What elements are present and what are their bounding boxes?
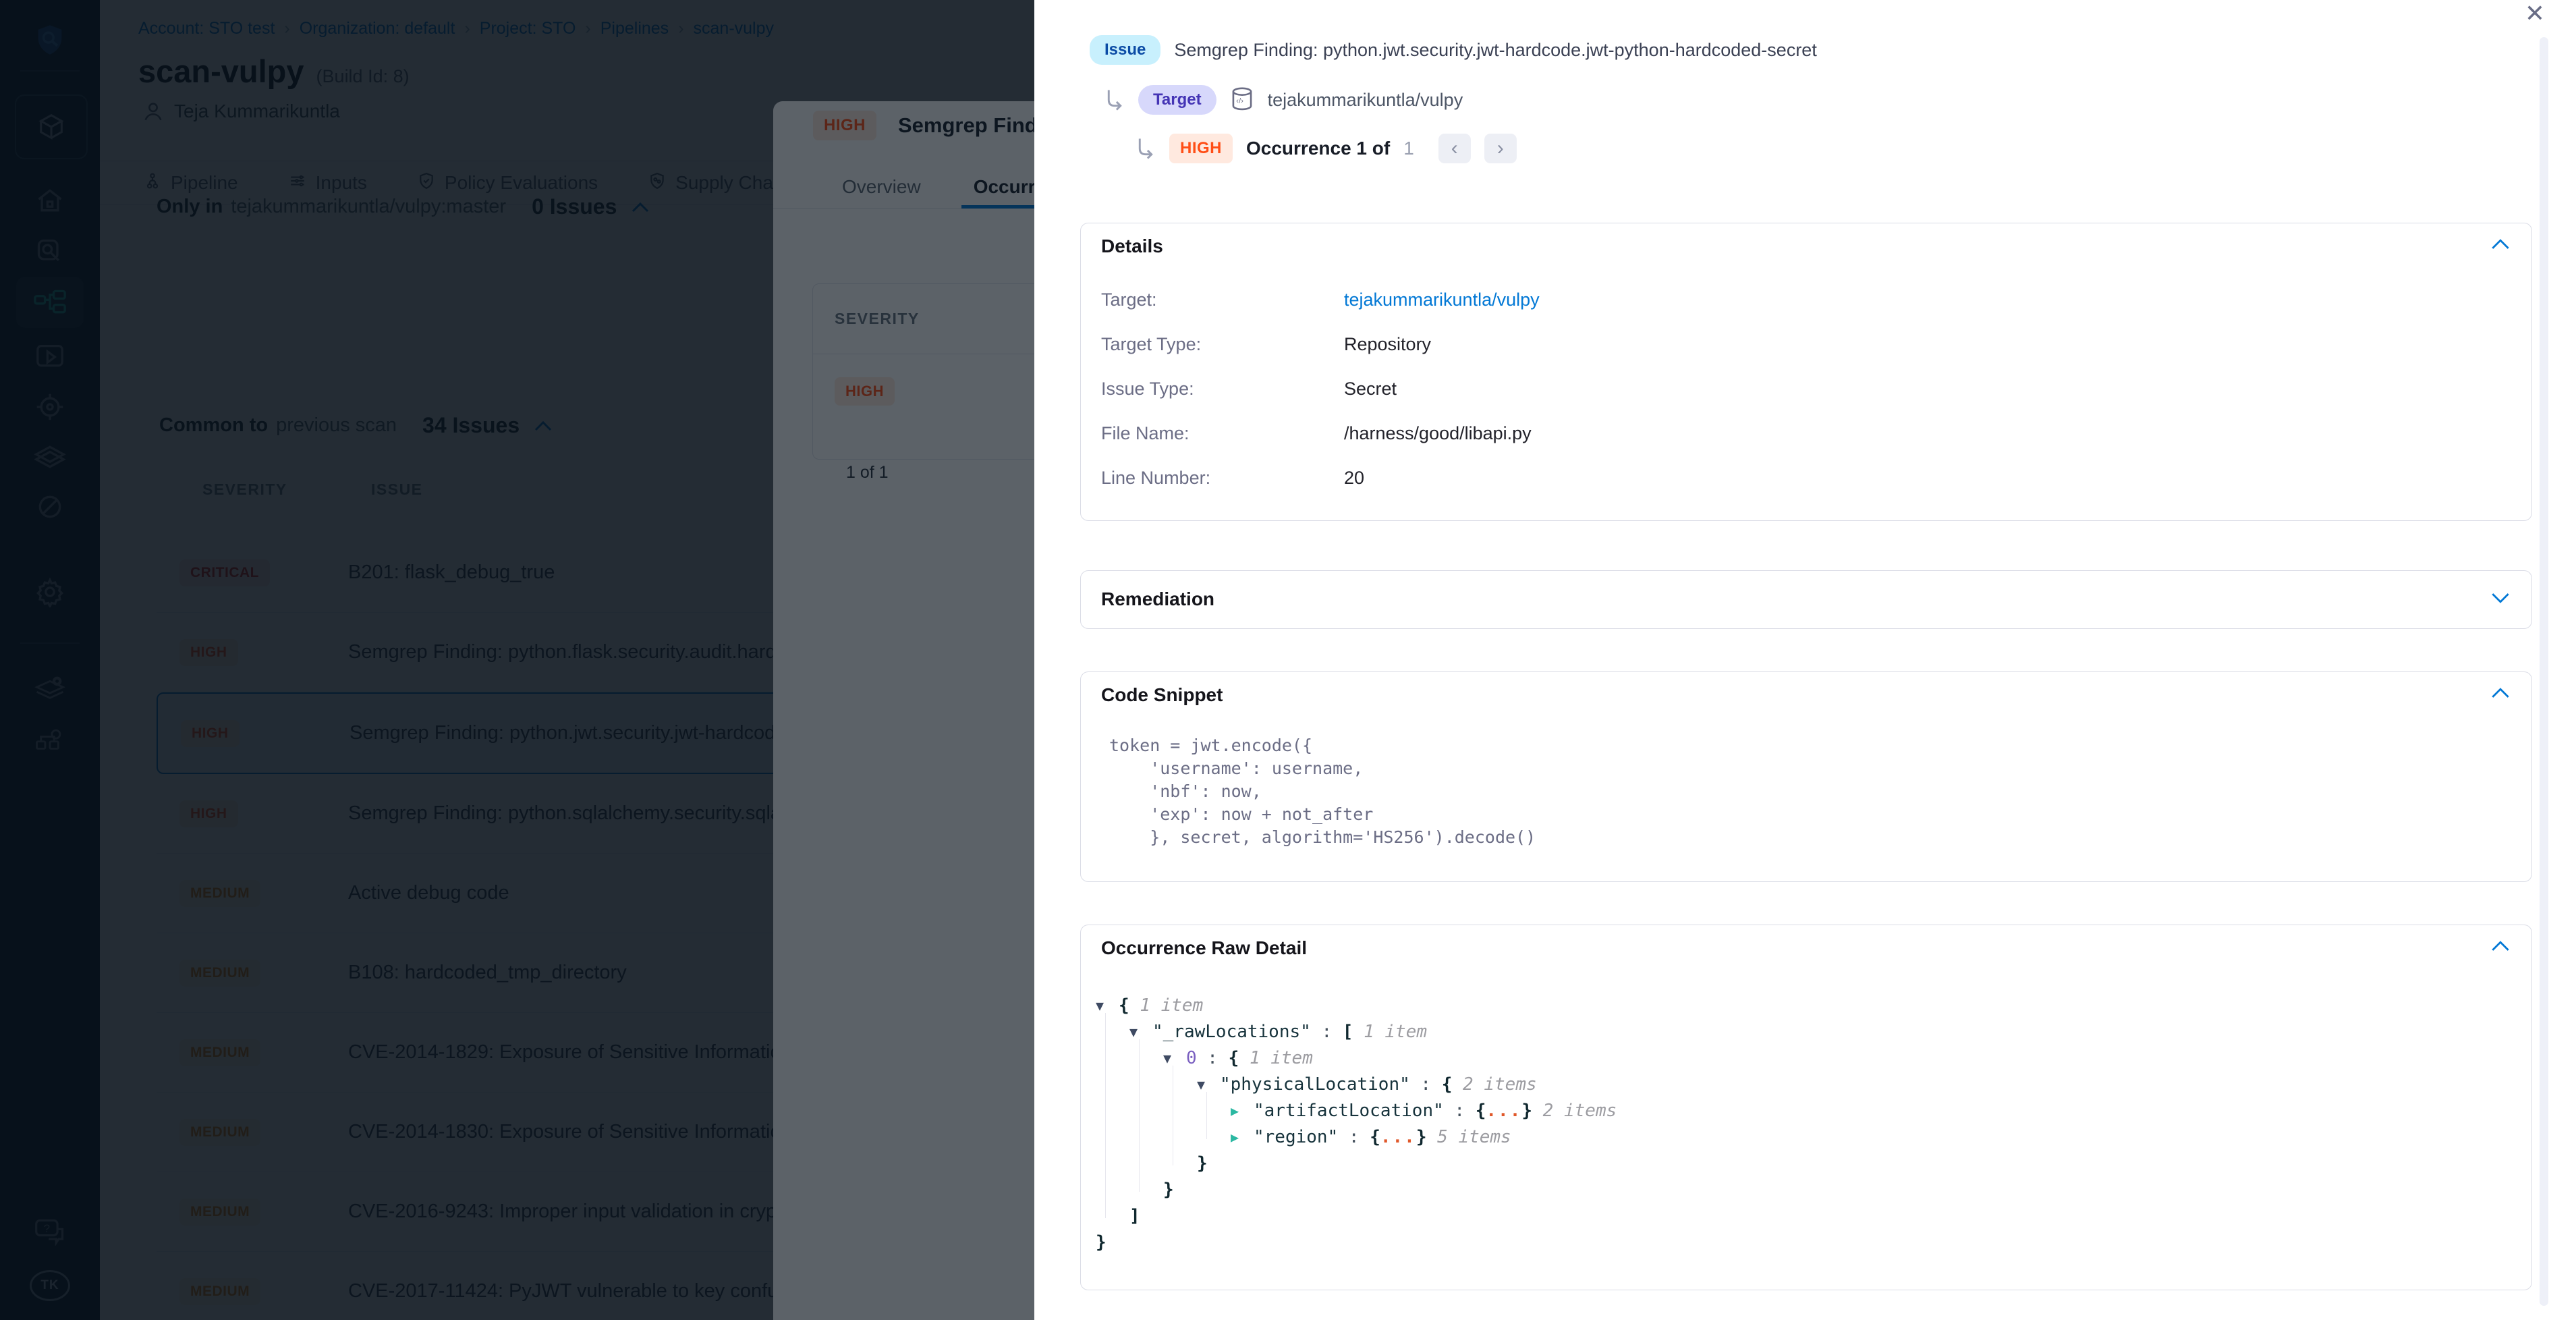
detail-value: /harness/good/libapi.py [1344,423,1532,444]
json-tree-line: ▼"physicalLocation" : { 2 items [1096,1072,1617,1098]
raw-detail-card: Occurrence Raw Detail ▼{ 1 item▼"_rawLoc… [1080,925,2532,1290]
json-token-meta: 1 item [1250,1048,1313,1068]
json-token-meta: 1 item [1364,1022,1427,1042]
occurrence-total: 1 [1403,138,1414,159]
json-token-brace: [ [1343,1022,1364,1042]
json-token-key: "region" [1254,1127,1338,1147]
json-token-key: "_rawLocations" [1152,1022,1311,1042]
detail-row: Issue Type:Secret [1101,379,1397,400]
tree-collapse-arrow-icon[interactable]: ▼ [1096,993,1119,1019]
modal-scrollbar[interactable] [2540,37,2548,1306]
json-token-punct: : [1338,1127,1370,1147]
json-token-brace: { [1370,1127,1380,1147]
json-token-key: "artifactLocation" [1254,1101,1444,1121]
detail-label: Line Number: [1101,468,1344,489]
detail-row: Target Type:Repository [1101,334,1431,355]
json-token-brace: ] [1129,1206,1140,1226]
expand-chevron-icon[interactable] [2491,593,2510,604]
json-token-meta: 2 items [1463,1074,1537,1095]
json-token-meta: 2 items [1543,1101,1617,1121]
json-token-dots: ... [1486,1101,1521,1121]
code-snippet-block: token = jwt.encode({ 'username': usernam… [1109,734,1536,849]
collapse-chevron-icon[interactable] [2491,687,2510,698]
tree-collapse-arrow-icon[interactable]: ▼ [1163,1045,1186,1072]
json-tree-line: } [1096,1230,1617,1256]
detail-value: Repository [1344,334,1431,355]
json-tree-line: } [1096,1177,1617,1203]
next-occurrence-button[interactable]: › [1484,134,1517,163]
remediation-card: Remediation [1080,570,2532,629]
json-token-punct: : [1444,1101,1476,1121]
code-snippet-heading: Code Snippet [1101,684,1223,706]
repository-icon: ‹/› [1230,86,1254,113]
tree-collapse-arrow-icon[interactable]: ▼ [1129,1019,1152,1045]
json-tree-line: } [1096,1151,1617,1177]
json-token-brace: } [1197,1153,1208,1174]
target-repo-name: tejakummarikuntla/vulpy [1268,90,1463,111]
json-token-brace: { [1119,995,1140,1016]
issue-type-badge: Issue [1090,35,1160,65]
detail-value: 20 [1344,468,1364,489]
detail-label: File Name: [1101,423,1344,444]
severity-badge: HIGH [1169,134,1233,163]
branch-arrow-icon [1104,89,1125,111]
json-token-meta: 1 item [1140,995,1203,1016]
detail-value: Secret [1344,379,1397,400]
close-icon[interactable]: ✕ [2525,1,2545,26]
detail-row: Target:tejakummarikuntla/vulpy [1101,290,1540,310]
details-card: Details Target:tejakummarikuntla/vulpyTa… [1080,223,2532,521]
json-tree-line: ] [1096,1203,1617,1230]
detail-row: Line Number:20 [1101,468,1364,489]
app-root: ? TK ▶ Account: STO test›Organization: d… [0,0,2576,1320]
json-token-key: "physicalLocation" [1220,1074,1410,1095]
json-tree-line: ▶"region" : {...} 5 items [1096,1124,1617,1151]
code-snippet-card: Code Snippet token = jwt.encode({ 'usern… [1080,671,2532,882]
json-token-brace: } [1416,1127,1437,1147]
occurrence-detail-modal: ✕ Issue Semgrep Finding: python.jwt.secu… [1034,0,2576,1320]
target-badge: Target [1138,85,1216,115]
occurrence-label: Occurrence 1 of [1246,138,1390,159]
details-heading: Details [1101,236,1163,257]
json-tree-line: ▼{ 1 item [1096,993,1617,1019]
tree-collapse-arrow-icon[interactable]: ▼ [1197,1072,1220,1098]
json-token-punct: : [1410,1074,1442,1095]
detail-label: Issue Type: [1101,379,1344,400]
collapse-chevron-icon[interactable] [2491,940,2510,952]
json-token-index: 0 [1186,1048,1197,1068]
json-tree-line: ▶"artifactLocation" : {...} 2 items [1096,1098,1617,1124]
tree-expand-arrow-icon[interactable]: ▶ [1231,1124,1254,1151]
raw-detail-heading: Occurrence Raw Detail [1101,937,1307,959]
json-token-brace: { [1476,1101,1486,1121]
json-tree-line: ▼0 : { 1 item [1096,1045,1617,1072]
svg-text:‹/›: ‹/› [1236,97,1243,105]
detail-label: Target Type: [1101,334,1344,355]
detail-value-link[interactable]: tejakummarikuntla/vulpy [1344,290,1540,310]
json-token-brace: { [1442,1074,1463,1095]
json-token-brace: } [1163,1180,1174,1200]
remediation-heading: Remediation [1101,588,1214,610]
detail-label: Target: [1101,290,1344,310]
json-token-punct: : [1197,1048,1229,1068]
json-token-meta: 5 items [1437,1127,1511,1147]
json-token-brace: } [1096,1232,1107,1253]
modal-issue-title: Semgrep Finding: python.jwt.security.jwt… [1174,40,1816,61]
json-tree-line: ▼"_rawLocations" : [ 1 item [1096,1019,1617,1045]
detail-row: File Name:/harness/good/libapi.py [1101,423,1532,444]
json-tree: ▼{ 1 item▼"_rawLocations" : [ 1 item▼0 :… [1096,993,1617,1256]
collapse-chevron-icon[interactable] [2491,238,2510,250]
branch-arrow-icon [1136,138,1156,159]
json-token-dots: ... [1380,1127,1416,1147]
json-token-brace: } [1521,1101,1542,1121]
prev-occurrence-button[interactable]: ‹ [1438,134,1471,163]
json-token-brace: { [1229,1048,1250,1068]
json-token-punct: : [1311,1022,1343,1042]
tree-expand-arrow-icon[interactable]: ▶ [1231,1098,1254,1124]
